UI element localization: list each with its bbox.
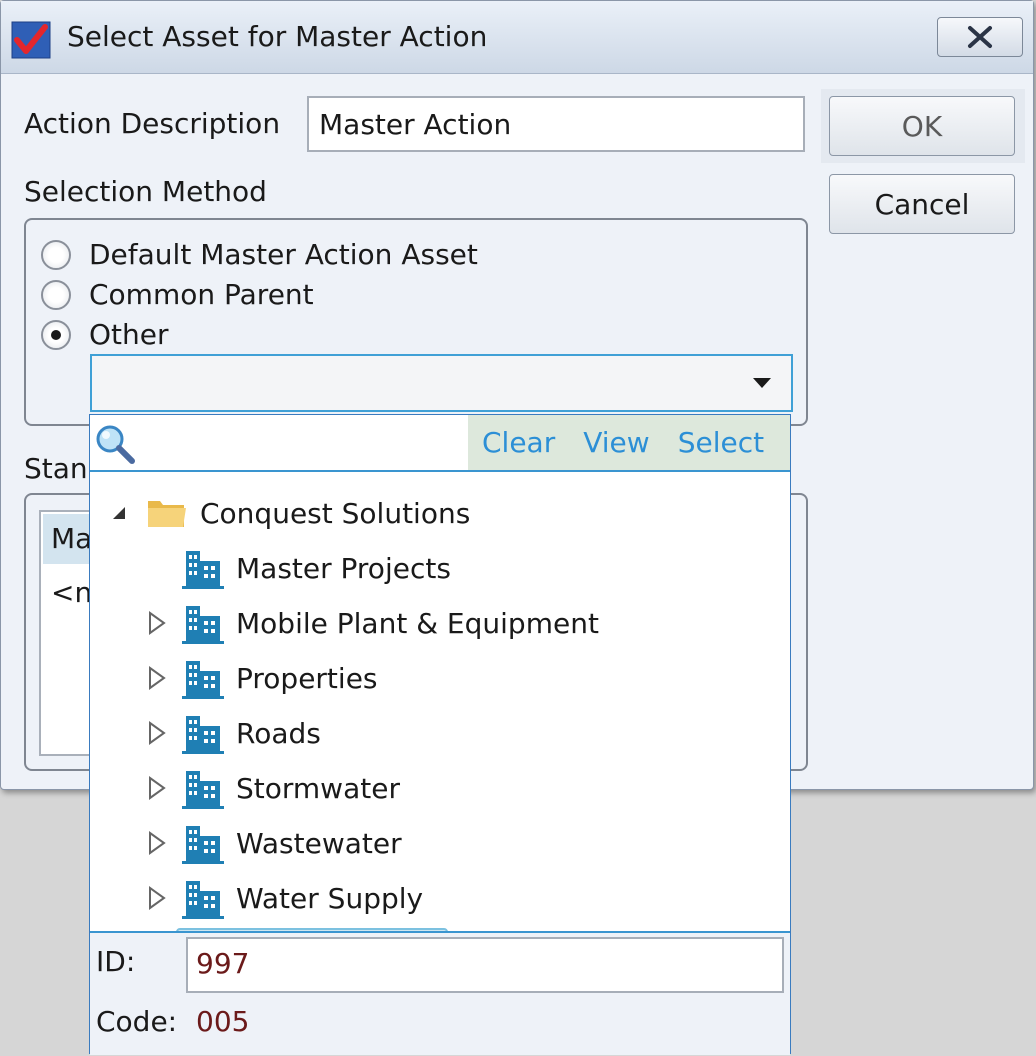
building-icon bbox=[182, 826, 224, 864]
building-icon bbox=[182, 551, 224, 589]
radio-dot bbox=[51, 329, 61, 340]
action-description-label: Action Description bbox=[24, 107, 281, 140]
expand-arrow-icon[interactable] bbox=[146, 665, 168, 691]
tree-label: Wastewater bbox=[236, 826, 402, 860]
tree-label: Stormwater bbox=[236, 771, 400, 805]
cancel-button[interactable]: Cancel bbox=[829, 174, 1015, 234]
expand-arrow-icon[interactable] bbox=[146, 830, 168, 856]
close-icon bbox=[968, 26, 992, 48]
standard-header-text: Ma bbox=[51, 522, 93, 555]
standard-label: Stan bbox=[24, 452, 88, 485]
expand-arrow-icon[interactable] bbox=[146, 775, 168, 801]
tree-item-mobile-plant-equipment[interactable]: Mobile Plant & Equipment bbox=[146, 598, 599, 648]
view-link[interactable]: View bbox=[583, 426, 649, 459]
search-input[interactable] bbox=[140, 419, 470, 469]
search-icon[interactable] bbox=[92, 421, 138, 467]
tree-item-water-supply[interactable]: Water Supply bbox=[146, 873, 423, 923]
title-bar: Select Asset for Master Action bbox=[1, 1, 1033, 74]
collapse-arrow-icon[interactable] bbox=[110, 504, 128, 522]
popup-search-bar: Clear View Select bbox=[90, 415, 790, 472]
radio-label: Other bbox=[89, 318, 169, 351]
asset-tree[interactable]: Conquest Solutions Master Projects Mobil… bbox=[90, 472, 790, 978]
tree-item-wastewater[interactable]: Wastewater bbox=[146, 818, 402, 868]
popup-actions: Clear View Select bbox=[468, 415, 790, 470]
radio-other[interactable]: Other bbox=[41, 318, 169, 351]
asset-dropdown-popup: Clear View Select Conquest Solutions Mas… bbox=[89, 414, 791, 1055]
radio-label: Common Parent bbox=[89, 278, 314, 311]
tree-item-master-projects[interactable]: Master Projects bbox=[182, 543, 451, 593]
dropdown-arrow-icon[interactable] bbox=[753, 378, 771, 388]
building-icon bbox=[182, 661, 224, 699]
code-value: 005 bbox=[196, 1005, 250, 1038]
id-field[interactable]: 997 bbox=[186, 937, 784, 993]
standard-row-text: <n bbox=[51, 576, 93, 609]
tree-item-stormwater[interactable]: Stormwater bbox=[146, 763, 400, 813]
tree-label: Water Supply bbox=[236, 881, 424, 915]
selection-method-label: Selection Method bbox=[24, 175, 267, 208]
id-label: ID: bbox=[96, 945, 136, 978]
tree-label: Conquest Solutions bbox=[200, 496, 471, 530]
radio-label: Default Master Action Asset bbox=[89, 238, 478, 271]
tree-item-roads[interactable]: Roads bbox=[146, 708, 321, 758]
clear-link[interactable]: Clear bbox=[482, 426, 555, 459]
radio-button[interactable] bbox=[41, 239, 71, 270]
ok-button[interactable]: OK bbox=[829, 96, 1015, 156]
tree-root-conquest-solutions[interactable]: Conquest Solutions bbox=[110, 488, 470, 538]
building-icon bbox=[182, 771, 224, 809]
tree-label: Master Projects bbox=[236, 551, 451, 585]
folder-icon bbox=[148, 501, 186, 527]
tree-item-properties[interactable]: Properties bbox=[146, 653, 378, 703]
close-button[interactable] bbox=[937, 17, 1023, 57]
expand-arrow-icon[interactable] bbox=[146, 885, 168, 911]
app-checkmark-icon bbox=[11, 21, 51, 59]
tree-label: Mobile Plant & Equipment bbox=[236, 606, 599, 640]
tree-label: Properties bbox=[236, 661, 378, 695]
radio-default-master-action-asset[interactable]: Default Master Action Asset bbox=[41, 238, 478, 271]
window-title: Select Asset for Master Action bbox=[67, 20, 488, 53]
building-icon bbox=[182, 606, 224, 644]
tree-label: Roads bbox=[236, 716, 321, 750]
asset-combo-box[interactable] bbox=[90, 354, 793, 412]
expand-arrow-icon[interactable] bbox=[146, 610, 168, 636]
building-icon bbox=[182, 881, 224, 919]
code-label: Code: bbox=[96, 1005, 178, 1038]
radio-common-parent[interactable]: Common Parent bbox=[41, 278, 314, 311]
asset-details-panel: ID: 997 Code: 005 bbox=[90, 931, 790, 1055]
building-icon bbox=[182, 716, 224, 754]
radio-button[interactable] bbox=[41, 279, 71, 310]
radio-button-selected[interactable] bbox=[41, 319, 71, 350]
select-link[interactable]: Select bbox=[678, 426, 764, 459]
action-description-input[interactable] bbox=[307, 96, 805, 152]
expand-arrow-icon[interactable] bbox=[146, 720, 168, 746]
